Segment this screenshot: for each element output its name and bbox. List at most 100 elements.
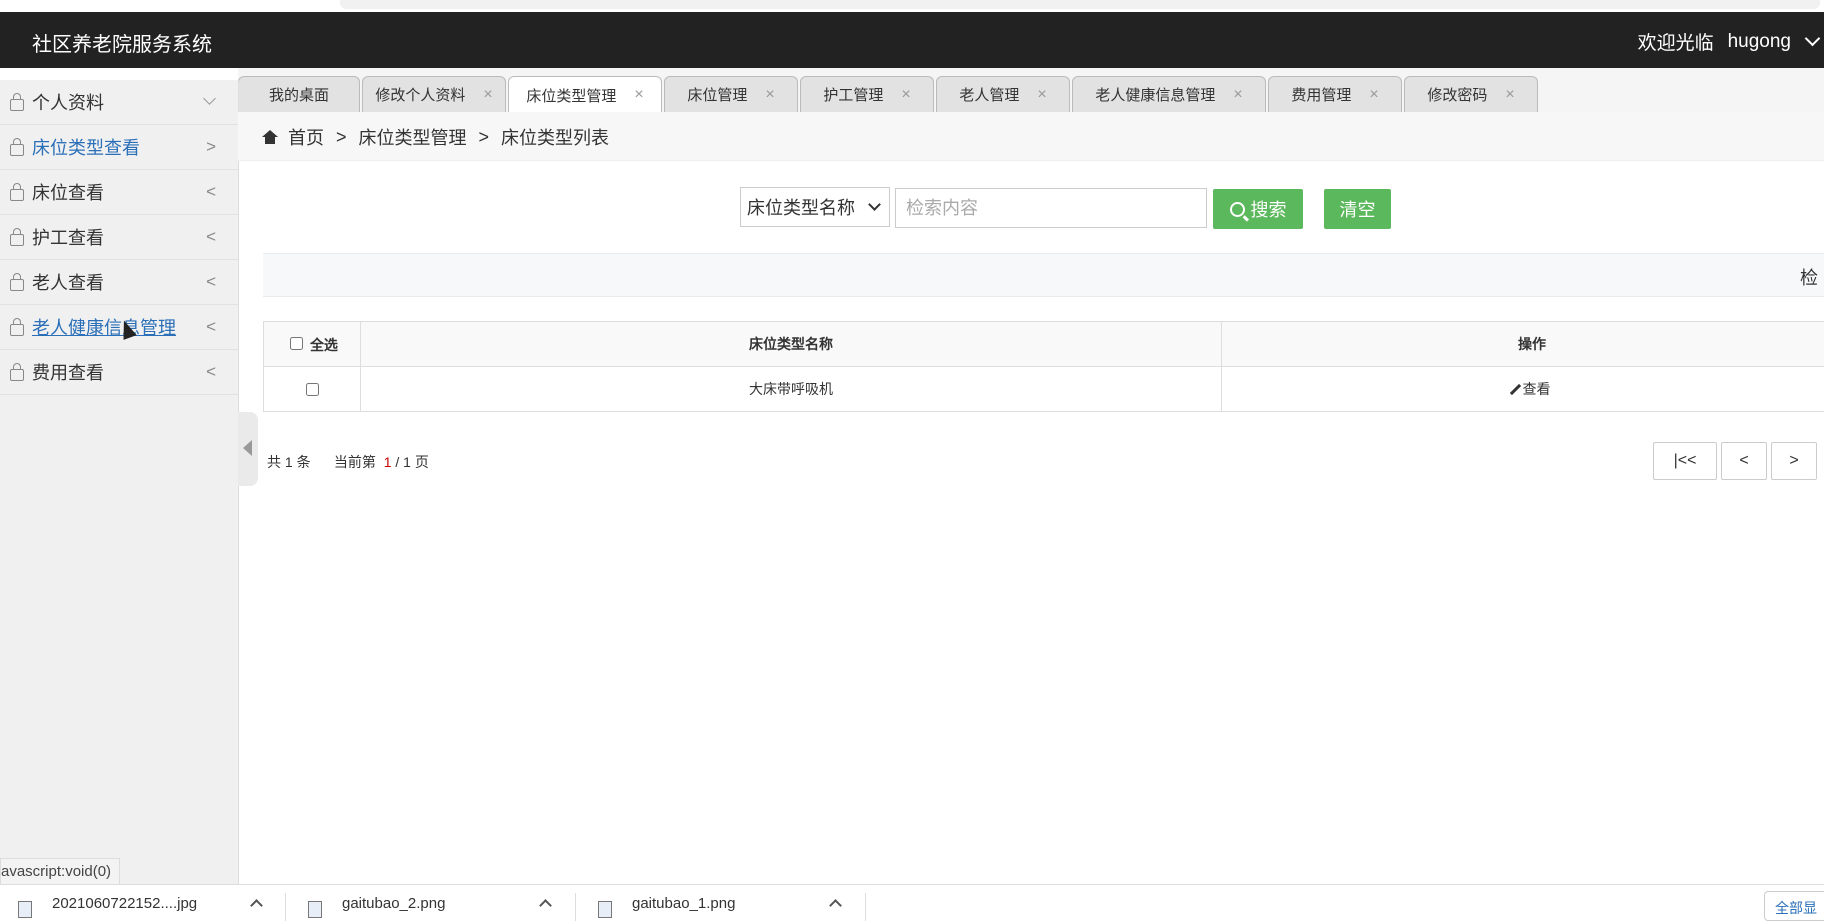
close-icon[interactable]: × xyxy=(1369,86,1378,104)
chevron-up-icon[interactable] xyxy=(829,899,842,912)
bed-type-table: 全选 床位类型名称 操作 大床带呼吸机 查看 xyxy=(263,321,1824,412)
total-suffix: 条 xyxy=(297,454,311,470)
chevron-down-icon xyxy=(868,198,881,211)
select-all-checkbox[interactable] xyxy=(290,337,303,350)
close-icon[interactable]: × xyxy=(901,86,910,104)
sidebar-item-label: 床位查看 xyxy=(32,179,104,205)
chevron-left-icon: < xyxy=(206,182,216,202)
first-page-button[interactable]: |<< xyxy=(1653,442,1717,480)
sidebar-item-fees[interactable]: 费用查看 < xyxy=(0,350,238,395)
tab-label: 老人管理 xyxy=(959,84,1019,105)
breadcrumb-separator: > xyxy=(336,127,347,148)
tab-edit-profile[interactable]: 修改个人资料 × xyxy=(362,76,506,112)
current-page: 1 xyxy=(384,454,392,470)
chevron-left-icon: < xyxy=(206,362,216,382)
lock-icon xyxy=(10,189,24,201)
prev-page-button[interactable]: < xyxy=(1721,442,1767,480)
info-bar-text: 检 xyxy=(1800,264,1818,290)
search-input[interactable] xyxy=(895,188,1207,228)
chevron-down-icon xyxy=(203,92,216,105)
sidebar-item-bed-types[interactable]: 床位类型查看 > xyxy=(0,125,238,170)
download-item[interactable]: 2021060722152....jpg xyxy=(18,885,197,921)
sidebar-item-caregivers[interactable]: 护工查看 < xyxy=(0,215,238,260)
sidebar-item-profile[interactable]: 个人资料 xyxy=(0,80,238,125)
tab-desktop[interactable]: 我的桌面 xyxy=(238,76,360,112)
close-icon[interactable]: × xyxy=(1505,86,1514,104)
browser-top-strip xyxy=(0,0,1824,12)
search-button[interactable]: 搜索 xyxy=(1213,189,1303,229)
chevron-up-icon[interactable] xyxy=(250,899,263,912)
chevron-down-icon xyxy=(1805,31,1821,47)
tab-change-password[interactable]: 修改密码 × xyxy=(1404,76,1538,112)
clear-button[interactable]: 清空 xyxy=(1324,189,1391,229)
total-prefix: 共 xyxy=(267,454,281,470)
lock-icon xyxy=(10,99,24,111)
select-all-header: 全选 xyxy=(264,322,361,367)
total-pages: / 1 页 xyxy=(395,454,428,470)
search-button-label: 搜索 xyxy=(1251,196,1287,222)
tab-bed-management[interactable]: 床位管理 × xyxy=(664,76,798,112)
chevron-left-icon: < xyxy=(206,317,216,337)
cell-bed-type-name: 大床带呼吸机 xyxy=(361,367,1222,412)
status-url-tip: avascript:void(0) xyxy=(0,858,120,886)
download-item[interactable]: gaitubao_1.png xyxy=(598,885,735,921)
sidebar: 个人资料 床位类型查看 > 床位查看 < 护工查看 < 老人查看 < 老人健康信… xyxy=(0,80,239,884)
search-field-selected: 床位类型名称 xyxy=(747,194,855,220)
table-header-row: 全选 床位类型名称 操作 xyxy=(264,322,1824,367)
tab-elder-management[interactable]: 老人管理 × xyxy=(936,76,1070,112)
page-info: 共 1 条 当前第 1 / 1 页 xyxy=(267,452,429,472)
current-prefix: 当前第 xyxy=(334,454,376,470)
tab-fee-management[interactable]: 费用管理× xyxy=(1268,76,1402,112)
sidebar-item-label: 个人资料 xyxy=(32,89,104,115)
close-icon[interactable]: × xyxy=(1233,86,1242,104)
close-icon[interactable]: × xyxy=(765,86,774,104)
download-filename: 2021060722152....jpg xyxy=(52,895,197,912)
tab-label: 床位类型管理 xyxy=(526,85,616,106)
lock-icon xyxy=(10,144,24,156)
chevron-left-icon: < xyxy=(206,272,216,292)
downloads-bar: 2021060722152....jpg gaitubao_2.png gait… xyxy=(0,884,1824,921)
tab-label: 老人健康信息管理 xyxy=(1095,84,1215,105)
tab-label: 修改密码 xyxy=(1427,84,1487,105)
tab-label: 床位管理 xyxy=(687,84,747,105)
breadcrumb-home[interactable]: 首页 xyxy=(288,124,324,150)
close-icon[interactable]: × xyxy=(483,86,492,104)
breadcrumb-level1[interactable]: 床位类型管理 xyxy=(359,124,467,150)
cell-action: 查看 xyxy=(1222,367,1824,412)
tab-label: 修改个人资料 xyxy=(375,84,465,105)
view-link[interactable]: 查看 xyxy=(1514,381,1551,397)
close-icon[interactable]: × xyxy=(1037,86,1046,104)
sidebar-item-elders[interactable]: 老人查看 < xyxy=(0,260,238,305)
sidebar-item-label: 床位类型查看 xyxy=(32,134,140,160)
view-link-label: 查看 xyxy=(1523,381,1551,397)
row-checkbox[interactable] xyxy=(306,383,319,396)
file-icon xyxy=(598,901,612,918)
breadcrumb-level2: 床位类型列表 xyxy=(501,124,609,150)
download-item[interactable]: gaitubao_2.png xyxy=(308,885,445,921)
lock-icon xyxy=(10,234,24,246)
breadcrumb: 首页 > 床位类型管理 > 床位类型列表 xyxy=(262,124,609,150)
chevron-up-icon[interactable] xyxy=(539,899,552,912)
welcome-text: 欢迎光临 xyxy=(1638,28,1714,55)
download-filename: gaitubao_1.png xyxy=(632,895,735,912)
tab-elder-health-management[interactable]: 老人健康信息管理 × xyxy=(1072,76,1266,112)
next-page-button[interactable]: > xyxy=(1771,442,1817,480)
clear-button-label: 清空 xyxy=(1340,196,1376,222)
table-row: 大床带呼吸机 查看 xyxy=(264,367,1824,412)
show-all-downloads-button[interactable]: 全部显 xyxy=(1764,891,1824,921)
sidebar-item-label: 老人查看 xyxy=(32,269,104,295)
close-icon[interactable]: × xyxy=(634,86,643,104)
pencil-icon xyxy=(1509,384,1520,395)
tab-bar: 我的桌面 修改个人资料 × 床位类型管理 × 床位管理 × 护工管理× 老人管理 × 老… xyxy=(238,68,1824,113)
chevron-right-icon: > xyxy=(206,137,216,157)
sidebar-item-label: 护工查看 xyxy=(32,224,104,250)
file-icon xyxy=(308,901,322,918)
sidebar-item-beds[interactable]: 床位查看 < xyxy=(0,170,238,215)
select-all-label: 全选 xyxy=(310,337,338,353)
search-field-select[interactable]: 床位类型名称 xyxy=(740,187,890,227)
sidebar-collapse-handle[interactable] xyxy=(238,412,258,486)
search-icon xyxy=(1230,202,1245,217)
tab-bed-type-management[interactable]: 床位类型管理 × xyxy=(508,76,662,113)
user-menu[interactable]: 欢迎光临 hugong xyxy=(1638,28,1818,55)
tab-caregiver-management[interactable]: 护工管理× xyxy=(800,76,934,112)
